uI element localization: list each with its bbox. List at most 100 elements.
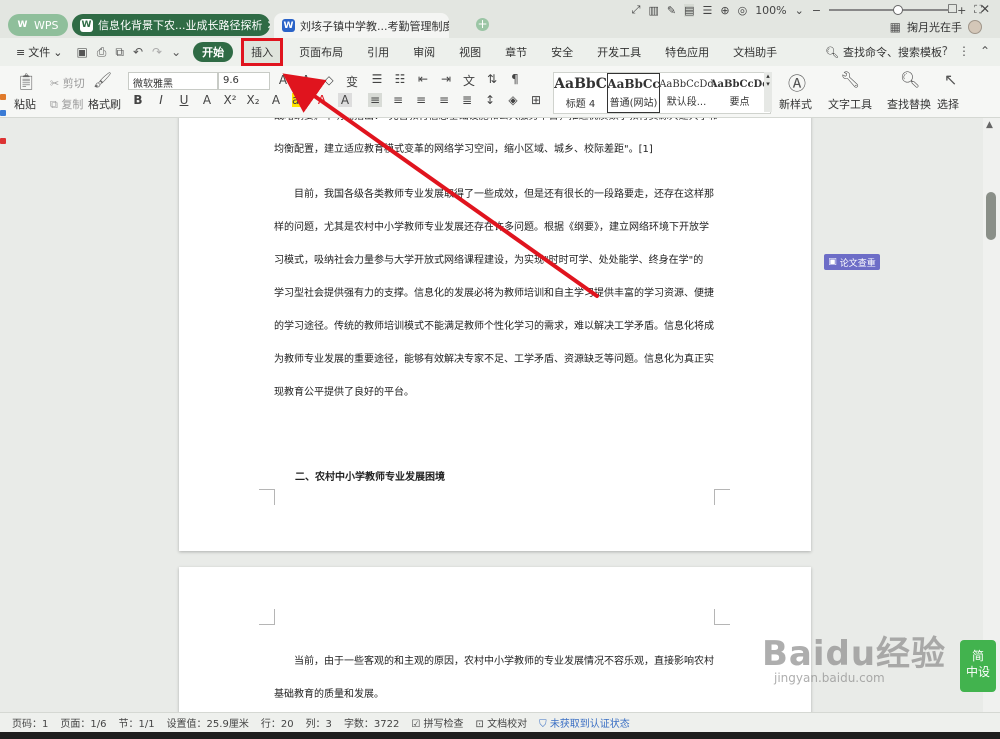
format-painter-button[interactable]: 格式刷 — [88, 96, 121, 112]
zoom-slider[interactable] — [829, 5, 950, 15]
section-heading[interactable]: 二、农村中小学教师专业发展困境 — [295, 468, 445, 483]
tab-insert[interactable]: 插入 — [241, 38, 284, 66]
font-color-icon[interactable]: A — [315, 93, 329, 107]
style-heading-4[interactable]: AaBbC 标题 4 — [554, 73, 607, 113]
status-page[interactable]: 页面：1/6 — [60, 715, 106, 730]
tab-start[interactable]: 开始 — [193, 42, 234, 62]
tab-document-active[interactable]: W 信息化背景下农...业成长路径探析 ✕ — [72, 14, 270, 36]
zoom-out-icon[interactable]: − — [812, 4, 821, 17]
collapse-ribbon-icon[interactable]: ⌃ — [980, 44, 990, 58]
reading-mode-icon[interactable]: ▥ — [648, 4, 658, 17]
find-replace-button[interactable]: 查找替换 — [887, 96, 931, 112]
shrink-font-icon[interactable]: A — [299, 73, 313, 90]
new-tab-icon[interactable]: + — [476, 18, 489, 31]
edit-icon[interactable]: ✎ — [667, 4, 676, 17]
strikethrough-icon[interactable]: A — [200, 93, 214, 107]
outline-view-icon[interactable]: ☰ — [702, 4, 712, 17]
document-page[interactable]: 战略纲要》中明确指出："完善教育信息基础设施和公共服务平台，推进优质数字教育资源… — [179, 118, 811, 551]
bold-icon[interactable]: B — [131, 93, 145, 107]
account-area[interactable]: ▦ 掬月光在手 — [890, 19, 982, 35]
fullscreen-icon[interactable]: ⤢ — [632, 3, 641, 17]
more-icon[interactable]: ⌄ — [171, 45, 181, 60]
eye-protect-icon[interactable]: ◎ — [738, 4, 748, 17]
doc-proof-button[interactable]: ⊡ 文档校对 — [476, 715, 528, 730]
file-menu[interactable]: ≡ 文件 ⌄ — [10, 44, 68, 60]
border-icon[interactable]: ⊞ — [529, 93, 543, 107]
tab-review[interactable]: 审阅 — [407, 44, 441, 60]
cert-status[interactable]: ⛉ 未获取到认证状态 — [539, 715, 630, 730]
zoom-slider-knob[interactable] — [892, 5, 903, 15]
style-key-point[interactable]: AaBbCcDd 要点 — [713, 73, 766, 113]
tab-chapter[interactable]: 章节 — [499, 44, 533, 60]
more-options-icon[interactable]: ⋮ — [958, 44, 970, 58]
scroll-thumb[interactable] — [986, 192, 996, 240]
vertical-scrollbar[interactable]: ▲ — [983, 118, 1000, 712]
tab-special-apps[interactable]: 特色应用 — [659, 44, 715, 60]
align-center-icon[interactable]: ≡ — [391, 93, 405, 107]
status-row[interactable]: 行：20 — [261, 715, 294, 730]
distributed-icon[interactable]: ≣ — [460, 93, 474, 107]
text-effect-icon[interactable]: A — [269, 93, 283, 107]
tab-page-layout[interactable]: 页面布局 — [293, 44, 349, 60]
tab-wps-home[interactable]: W WPS — [8, 14, 68, 36]
tab-developer[interactable]: 开发工具 — [591, 44, 647, 60]
save-icon[interactable]: ▣ — [76, 45, 87, 60]
new-style-button[interactable]: 新样式 — [779, 96, 812, 112]
zoom-level[interactable]: 100% — [755, 4, 786, 17]
magnifier-icon[interactable]: 🔍︎ — [900, 70, 920, 89]
status-word-count[interactable]: 字数：3722 — [344, 715, 399, 730]
text-tools-button[interactable]: 文字工具 — [828, 96, 872, 112]
paste-icon[interactable]: 📋︎ — [16, 72, 36, 91]
tab-view[interactable]: 视图 — [453, 44, 487, 60]
style-default-paragraph[interactable]: AaBbCcDd 默认段... — [660, 73, 713, 113]
clear-format-icon[interactable]: ◇ — [322, 73, 336, 90]
document-workspace[interactable]: 战略纲要》中明确指出："完善教育信息基础设施和公共服务平台，推进优质数字教育资源… — [8, 118, 983, 712]
command-search[interactable]: 🔍︎ 查找命令、搜索模板 — [825, 44, 942, 60]
zoom-in-icon[interactable]: + — [957, 4, 966, 17]
ime-tile[interactable]: 简 中设 — [960, 640, 996, 692]
tab-references[interactable]: 引用 — [361, 44, 395, 60]
chinese-layout-icon[interactable]: 文 — [462, 72, 476, 89]
help-icon[interactable]: ? — [942, 44, 948, 58]
subscript-icon[interactable]: X₂ — [246, 93, 260, 107]
cursor-icon[interactable]: ↖ — [944, 70, 957, 89]
spell-check-button[interactable]: ☑ 拼写检查 — [411, 715, 463, 730]
select-button[interactable]: 选择 — [937, 96, 959, 112]
document-page[interactable]: 当前，由于一些客观的和主观的原因，农村中小学教师的专业发展情况不容乐观，直接影响… — [179, 567, 811, 712]
highlight-icon[interactable]: ab — [292, 93, 307, 107]
italic-icon[interactable]: I — [154, 93, 168, 107]
paragraph[interactable]: 目前，我国各级各类教师专业发展取得了一些成效，但是还有很长的一段路要走，还存在这… — [274, 178, 717, 409]
style-normal-web[interactable]: AaBbCc 普通(网站) — [607, 73, 660, 113]
shading-icon[interactable]: ◈ — [506, 93, 520, 107]
chevron-down-icon[interactable]: ⌄ — [795, 4, 804, 17]
bullet-list-icon[interactable]: ☰ — [370, 72, 384, 89]
align-right-icon[interactable]: ≡ — [414, 93, 428, 107]
superscript-icon[interactable]: X² — [223, 93, 237, 107]
cut-button[interactable]: ✂ 剪切 — [50, 75, 85, 91]
show-marks-icon[interactable]: ¶ — [508, 72, 522, 89]
font-name-select[interactable]: 微软雅黑 — [128, 72, 218, 90]
apps-grid-icon[interactable]: ▦ — [890, 20, 901, 34]
paper-check-button[interactable]: ▣ 论文查重 — [824, 254, 880, 270]
increase-indent-icon[interactable]: ⇥ — [439, 72, 453, 89]
print-preview-icon[interactable]: ⧉ — [115, 45, 124, 60]
font-size-select[interactable]: 9.6 — [218, 72, 270, 90]
undo-icon[interactable]: ↶ — [133, 45, 143, 60]
style-scroll[interactable]: ▴ ▾ — [764, 72, 772, 112]
paragraph[interactable]: 当前，由于一些客观的和主观的原因，农村中小学教师的专业发展情况不容乐观，直接影响… — [274, 645, 717, 711]
page-view-icon[interactable]: ▤ — [684, 3, 695, 17]
new-style-icon[interactable]: Ⓐ — [788, 70, 806, 96]
avatar[interactable] — [968, 20, 982, 34]
copy-button[interactable]: ⧉ 复制 — [50, 96, 83, 112]
paragraph[interactable]: 战略纲要》中明确指出："完善教育信息基础设施和公共服务平台，推进优质数字教育资源… — [274, 118, 717, 166]
redo-icon[interactable]: ↷ — [152, 45, 162, 60]
status-page-code[interactable]: 页码：1 — [12, 715, 48, 730]
paste-button[interactable]: 粘贴 — [14, 96, 36, 112]
tab-security[interactable]: 安全 — [545, 44, 579, 60]
status-section[interactable]: 节：1/1 — [118, 715, 154, 730]
scroll-up-icon[interactable]: ▲ — [986, 120, 993, 130]
decrease-indent-icon[interactable]: ⇤ — [416, 72, 430, 89]
tab-doc-assistant[interactable]: 文档助手 — [727, 44, 783, 60]
tab-document[interactable]: W 刘垓子镇中学教...考勤管理制度2 — [274, 13, 449, 38]
line-spacing-icon[interactable]: ↕ — [483, 93, 497, 107]
